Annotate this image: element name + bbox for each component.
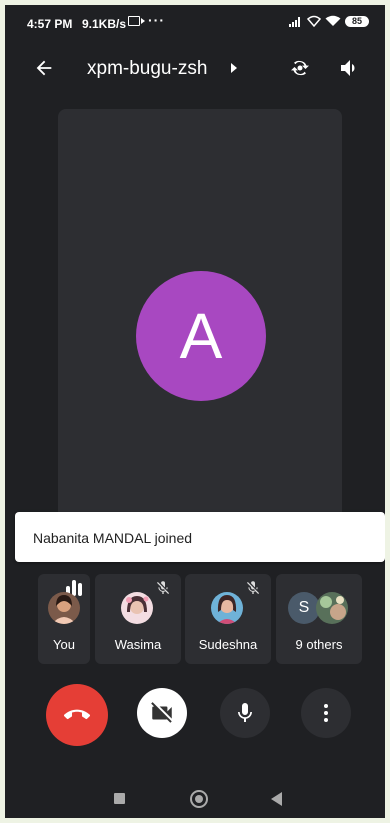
nav-back-icon[interactable]: [271, 792, 282, 806]
more-vert-icon: [324, 704, 328, 722]
call-header: xpm-bugu-zsh: [5, 49, 385, 89]
avatar: [121, 592, 153, 624]
join-notification-toast: Nabanita MANDAL joined: [15, 512, 385, 562]
screen-record-icon: [128, 16, 145, 26]
participant-name: You: [53, 637, 75, 652]
participant-tile-others[interactable]: S 9 others: [276, 574, 362, 664]
recent-apps-icon[interactable]: [114, 793, 125, 804]
microphone-button[interactable]: [220, 688, 270, 738]
participant-tile-wasima[interactable]: Wasima: [95, 574, 181, 664]
participant-name: Sudeshna: [198, 637, 258, 652]
mic-off-icon: [157, 581, 170, 594]
participant-avatar: A: [136, 271, 266, 401]
participant-name: 9 others: [295, 637, 343, 652]
more-notifications-icon: ···: [148, 12, 165, 28]
avatar: [48, 592, 80, 624]
mic-off-icon: [247, 581, 260, 594]
status-time: 4:57 PM: [27, 17, 73, 31]
participant-tile-sudeshna[interactable]: Sudeshna: [185, 574, 271, 664]
more-options-button[interactable]: [301, 688, 351, 738]
hang-up-icon: [64, 709, 90, 720]
back-arrow-icon[interactable]: [33, 57, 55, 79]
wifi-calling-icon: [306, 15, 322, 30]
home-icon[interactable]: [190, 790, 208, 808]
avatar: [316, 592, 348, 624]
video-off-icon: [151, 702, 172, 723]
toast-message: Nabanita MANDAL joined: [33, 530, 193, 546]
participant-tile-you[interactable]: You: [38, 574, 90, 664]
main-participant-tile[interactable]: A: [58, 109, 342, 529]
phone-screen: 4:57 PM 9.1KB/s ··· 85 xpm-bugu-zsh A Na…: [5, 5, 385, 818]
battery-indicator: 85: [345, 16, 369, 27]
switch-camera-icon[interactable]: [288, 56, 312, 80]
meeting-code[interactable]: xpm-bugu-zsh: [87, 58, 207, 80]
end-call-button[interactable]: [46, 684, 108, 746]
camera-toggle-button[interactable]: [137, 688, 187, 738]
speaker-icon[interactable]: [338, 56, 362, 80]
participant-name: Wasima: [114, 637, 162, 652]
wifi-icon: [325, 15, 341, 30]
avatar: [211, 592, 243, 624]
signal-icon: [289, 17, 303, 27]
network-speed: 9.1KB/s: [82, 17, 127, 31]
caret-right-icon[interactable]: [231, 63, 237, 73]
mic-icon: [238, 703, 252, 722]
status-bar: 4:57 PM 9.1KB/s ··· 85: [5, 5, 385, 41]
